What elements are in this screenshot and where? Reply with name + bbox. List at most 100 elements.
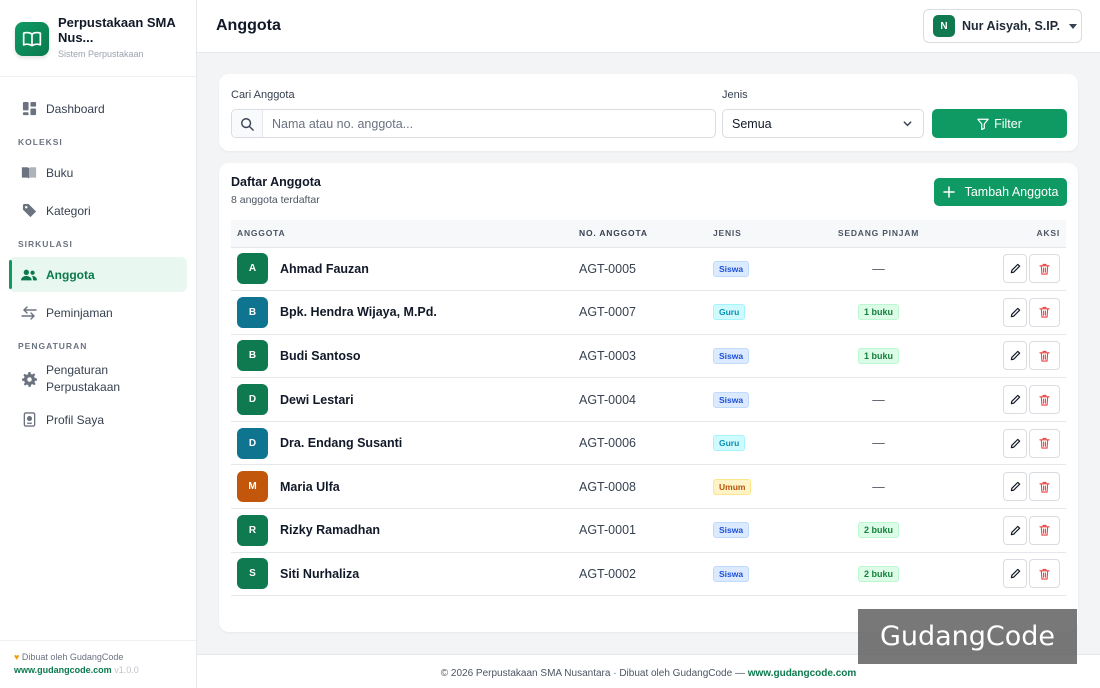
sidebar-item-label-line2: Perpustakaan	[46, 380, 121, 394]
search-input[interactable]	[263, 111, 715, 136]
topbar: Anggota N Nur Aisyah, S.IP.	[197, 0, 1100, 53]
edit-button[interactable]	[1003, 559, 1027, 589]
edit-button[interactable]	[1003, 297, 1027, 327]
pencil-icon	[1010, 438, 1020, 448]
delete-button[interactable]	[1029, 297, 1060, 327]
nav-section-pengaturan: PENGATURAN	[18, 341, 88, 351]
trash-icon	[1039, 263, 1050, 275]
member-name: Rizky Ramadhan	[280, 523, 381, 538]
members-card: Daftar Anggota 8 anggota terdaftar Tamba…	[219, 163, 1078, 632]
avatar: M	[237, 471, 268, 503]
avatar: N	[933, 15, 955, 37]
user-name: Nur Aisyah, S.IP.	[962, 19, 1060, 33]
edit-button[interactable]	[1003, 254, 1027, 284]
sidebar-item-label: Dashboard	[46, 101, 105, 116]
nav-section-sirkulasi: SIRKULASI	[18, 239, 73, 249]
site-link[interactable]: www.gudangcode.com	[14, 665, 112, 675]
sidebar-item-kategori[interactable]: Kategori	[9, 193, 187, 228]
delete-button[interactable]	[1029, 428, 1060, 458]
sidebar-item-profil[interactable]: Profil Saya	[9, 402, 187, 437]
list-count: 8 anggota terdaftar	[231, 194, 320, 206]
member-name: Ahmad Fauzan	[280, 261, 369, 276]
sidebar-item-label: Kategori	[46, 203, 91, 218]
member-type-badge: Siswa	[713, 522, 750, 539]
pencil-icon	[1010, 351, 1020, 361]
members-table: ANGGOTA NO. ANGGOTA JENIS SEDANG PINJAM …	[231, 220, 1066, 596]
member-number: AGT-0003	[579, 348, 636, 363]
delete-button[interactable]	[1029, 254, 1060, 284]
edit-button[interactable]	[1003, 428, 1027, 458]
member-type-badge: Siswa	[713, 391, 750, 408]
brand[interactable]: Perpustakaan SMA Nus... Sistem Perpustak…	[0, 0, 196, 77]
sidebar-item-label: Peminjaman	[46, 305, 113, 320]
footer-link[interactable]: www.gudangcode.com	[748, 668, 857, 679]
filter-button-label: Filter	[994, 116, 1022, 131]
delete-button[interactable]	[1029, 385, 1060, 415]
edit-button[interactable]	[1003, 472, 1027, 502]
edit-button[interactable]	[1003, 341, 1027, 371]
member-type-badge: Guru	[713, 435, 746, 452]
delete-button[interactable]	[1029, 341, 1060, 371]
member-number: AGT-0004	[579, 392, 636, 407]
trash-icon	[1039, 350, 1050, 362]
gear-icon	[21, 371, 37, 387]
member-type-badge: Siswa	[713, 565, 750, 582]
filter-button[interactable]: Filter	[932, 109, 1067, 138]
delete-button[interactable]	[1029, 559, 1060, 589]
footer-text: © 2026 Perpustakaan SMA Nusantara · Dibu…	[440, 668, 748, 679]
loan-count: 1 buku	[857, 347, 899, 364]
member-number: AGT-0002	[579, 566, 636, 581]
col-header-no: NO. ANGGOTA	[579, 220, 713, 248]
table-row[interactable]: B Bpk. Hendra Wijaya, M.Pd. AGT-0007 Gur…	[231, 291, 1066, 335]
user-menu-button[interactable]: N Nur Aisyah, S.IP.	[923, 9, 1082, 43]
loan-count: 2 buku	[857, 565, 899, 582]
search-label: Cari Anggota	[231, 89, 295, 101]
avatar: A	[237, 253, 268, 285]
member-type-badge: Siswa	[713, 347, 750, 364]
id-card-icon	[21, 412, 37, 428]
member-type-badge: Guru	[713, 304, 746, 321]
type-select[interactable]: Semua	[722, 109, 924, 138]
table-row[interactable]: R Rizky Ramadhan AGT-0001 Siswa 2 buku	[231, 509, 1066, 553]
member-name: Dewi Lestari	[280, 392, 354, 407]
member-number: AGT-0008	[579, 479, 636, 494]
trash-icon	[1039, 438, 1050, 449]
page-title: Anggota	[216, 17, 281, 34]
delete-button[interactable]	[1029, 472, 1060, 502]
table-row[interactable]: A Ahmad Fauzan AGT-0005 Siswa —	[231, 247, 1066, 291]
table-row[interactable]: D Dewi Lestari AGT-0004 Siswa —	[231, 378, 1066, 422]
caret-down-icon	[1068, 23, 1077, 29]
loan-count: —	[872, 261, 885, 276]
sidebar-item-label-line1: Pengaturan	[46, 363, 109, 377]
add-member-button[interactable]: Tambah Anggota	[934, 178, 1067, 206]
funnel-icon	[977, 118, 989, 130]
watermark: GudangCode	[858, 609, 1077, 664]
edit-button[interactable]	[1003, 385, 1027, 415]
sidebar-item-pengaturan[interactable]: Pengaturan Perpustakaan	[9, 359, 187, 399]
table-row[interactable]: D Dra. Endang Susanti AGT-0006 Guru —	[231, 421, 1066, 465]
pencil-icon	[1010, 264, 1020, 274]
member-name: Bpk. Hendra Wijaya, M.Pd.	[280, 305, 437, 320]
edit-button[interactable]	[1003, 515, 1027, 545]
plus-icon	[942, 186, 955, 198]
member-type-badge: Siswa	[713, 260, 750, 277]
sidebar-item-label: Buku	[46, 165, 74, 180]
member-number: AGT-0007	[579, 305, 636, 320]
sidebar-item-peminjaman[interactable]: Peminjaman	[9, 295, 187, 330]
avatar: D	[237, 384, 268, 416]
sidebar-item-buku[interactable]: Buku	[9, 155, 187, 190]
chevron-down-icon	[902, 118, 913, 132]
pencil-icon	[1010, 482, 1020, 492]
col-header-aksi: AKSI	[945, 220, 1066, 248]
loan-count: —	[872, 479, 885, 494]
table-row[interactable]: S Siti Nurhaliza AGT-0002 Siswa 2 buku	[231, 552, 1066, 596]
table-row[interactable]: M Maria Ulfa AGT-0008 Umum —	[231, 465, 1066, 509]
table-row[interactable]: B Budi Santoso AGT-0003 Siswa 1 buku	[231, 334, 1066, 378]
avatar: B	[237, 340, 268, 372]
sidebar-item-dashboard[interactable]: Dashboard	[9, 91, 187, 126]
sidebar-item-anggota[interactable]: Anggota	[9, 257, 187, 292]
trash-icon	[1039, 481, 1050, 493]
delete-button[interactable]	[1029, 515, 1060, 545]
member-name: Siti Nurhaliza	[280, 566, 360, 581]
loan-count: —	[872, 436, 885, 451]
